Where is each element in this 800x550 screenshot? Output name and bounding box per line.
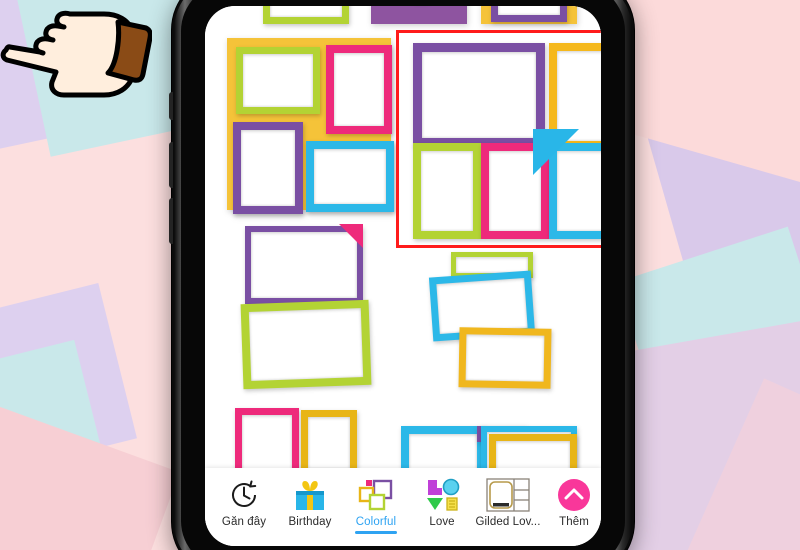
frame-cyan: [306, 141, 394, 212]
love-shapes-icon: [420, 478, 464, 512]
frame-yellow: [458, 327, 552, 389]
frame-purple: [233, 122, 303, 214]
frame-purple: [491, 6, 567, 22]
frame-green-tilted: [240, 299, 372, 390]
nav-item-gilded[interactable]: Gilded Lov...: [475, 474, 541, 528]
phone-screen: Gắn đây Birthday Colorful Love Gilded Lo…: [205, 6, 601, 546]
phone-volume-up-button[interactable]: [169, 142, 173, 188]
cyan-triangle-cursor: [533, 129, 579, 175]
nav-item-birthday[interactable]: Birthday: [277, 474, 343, 528]
template-row3-yellow[interactable]: [301, 410, 357, 476]
phone-volume-down-button[interactable]: [169, 198, 173, 244]
frame-pink-corner-fold: [339, 224, 363, 248]
phone-mute-switch[interactable]: [169, 92, 173, 120]
pointing-hand-cursor: [0, 0, 153, 105]
phone-device-frame: Gắn đây Birthday Colorful Love Gilded Lo…: [169, 0, 634, 550]
template-purple-green-stack[interactable]: [240, 224, 375, 390]
recent-clock-icon: [222, 478, 266, 512]
frame-yellow: [301, 410, 357, 476]
nav-item-label: Colorful: [355, 516, 397, 528]
phone-inner-bezel: Gắn đây Birthday Colorful Love Gilded Lo…: [181, 0, 625, 550]
nav-item-label: Love: [429, 516, 455, 528]
frame-green: [413, 143, 481, 239]
template-yellow-four-frames[interactable]: [227, 38, 394, 214]
nav-item-colorful[interactable]: Colorful: [343, 474, 409, 534]
nav-item-recent[interactable]: Gắn đây: [211, 474, 277, 528]
nav-item-love[interactable]: Love: [409, 474, 475, 528]
template-row0-purple-circle[interactable]: [371, 6, 467, 24]
nav-active-underline: [355, 531, 397, 534]
frame-purple-large: [413, 43, 545, 147]
screenshot-stage: Gắn đây Birthday Colorful Love Gilded Lo…: [0, 0, 800, 550]
frame-green: [236, 47, 320, 114]
frame-pink: [326, 45, 392, 134]
nav-item-more[interactable]: Thêm: [541, 474, 601, 528]
nav-item-label: Birthday: [288, 516, 332, 528]
pointing-hand-svg: [0, 10, 153, 98]
nav-item-label: Gilded Lov...: [475, 516, 541, 528]
colorful-squares-icon: [354, 478, 398, 512]
chevron-up-circle-icon: [552, 478, 596, 512]
template-cyan-yellow-overlap[interactable]: [427, 252, 567, 392]
nav-item-label: Gắn đây: [221, 516, 267, 528]
gift-box-icon: [288, 478, 332, 512]
template-row0-green[interactable]: [263, 6, 349, 24]
template-row0-yellow-purple[interactable]: [481, 6, 577, 24]
nav-item-label: Thêm: [559, 516, 589, 528]
category-navigation-bar[interactable]: Gắn đây Birthday Colorful Love Gilded Lo…: [205, 468, 601, 546]
gilded-frame-icon: [486, 478, 530, 512]
frame-green: [263, 6, 349, 24]
